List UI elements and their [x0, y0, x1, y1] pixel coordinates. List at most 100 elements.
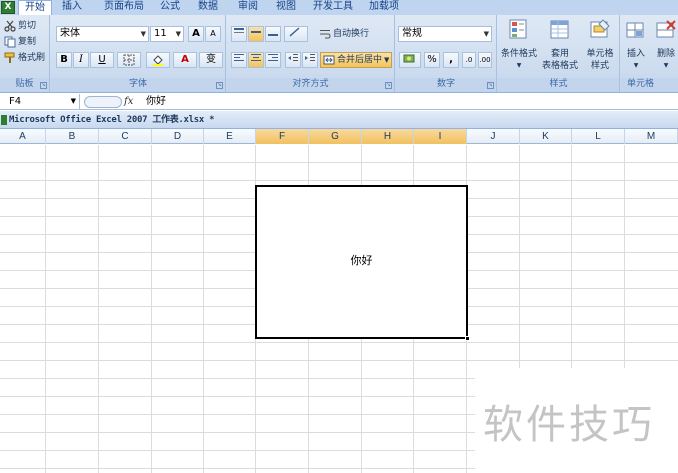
workbook-title-bar: Microsoft Office Excel 2007 工作表.xlsx * [0, 111, 678, 129]
align-middle-button[interactable] [248, 26, 264, 42]
delete-cells-button[interactable]: 删除 ▼ [651, 18, 678, 72]
orientation-button[interactable] [284, 26, 308, 42]
format-as-table-label-2: 表格格式 [541, 61, 578, 71]
increase-decimal-button[interactable]: .0 [462, 52, 476, 68]
column-header-e[interactable]: E [204, 129, 256, 144]
chevron-down-icon: ▼ [140, 30, 146, 38]
font-size-combo[interactable]: 11 ▼ [150, 26, 184, 42]
excel-app-icon[interactable]: X [1, 1, 15, 14]
column-header-d[interactable]: D [152, 129, 204, 144]
tab-review[interactable]: 审阅 [230, 0, 266, 15]
cells-group-label: 单元格 [621, 78, 678, 91]
column-header-c[interactable]: C [99, 129, 152, 144]
gridline [45, 145, 46, 473]
font-name-value: 宋体 [60, 28, 80, 39]
align-left-button[interactable] [231, 52, 247, 68]
merge-center-button[interactable]: 合并后居中 ▼ [320, 52, 393, 68]
formula-bar: F4 ▼ fx 你好 [0, 94, 678, 110]
align-top-button[interactable] [231, 26, 247, 42]
tab-add-ins[interactable]: 加载项 [364, 0, 404, 15]
alignment-group: 自动换行 合并后居中 ▼ 对齐方式 ↘ [227, 15, 395, 92]
align-bottom-button[interactable] [265, 26, 281, 42]
decrease-indent-button[interactable] [285, 52, 301, 68]
conditional-formatting-icon [509, 19, 527, 39]
tab-insert[interactable]: 插入 [56, 0, 88, 15]
tab-page-layout[interactable]: 页面布局 [98, 0, 150, 15]
fill-handle[interactable] [465, 336, 470, 341]
column-header-row: ABCDEFGHIJKLM [0, 129, 678, 144]
cut-button[interactable]: 剪切 [4, 19, 36, 34]
number-dialog-launcher[interactable]: ↘ [487, 82, 494, 89]
shrink-font-icon: A [210, 29, 216, 38]
styles-group: 条件格式 ▼ 套用 表格格式 单元格 样式 样式 [498, 15, 620, 92]
name-box[interactable]: F4 ▼ [0, 94, 80, 110]
tab-view[interactable]: 视图 [268, 0, 304, 15]
cell-styles-label-2: 样式 [590, 61, 609, 71]
column-header-m[interactable]: M [625, 129, 678, 144]
phonetic-button[interactable]: 变 [199, 52, 223, 68]
italic-icon: I [79, 54, 83, 65]
shrink-font-button[interactable]: A [205, 26, 221, 42]
column-header-h[interactable]: H [362, 129, 414, 144]
font-color-button[interactable]: A [173, 52, 197, 68]
clipboard-dialog-launcher[interactable]: ↘ [40, 82, 47, 89]
column-header-l[interactable]: L [572, 129, 625, 144]
comma-icon: , [449, 54, 453, 65]
percent-style-button[interactable]: % [424, 52, 440, 68]
formula-input[interactable]: 你好 [146, 94, 166, 110]
conditional-formatting-button[interactable]: 条件格式 ▼ [499, 18, 539, 72]
copy-icon [4, 36, 16, 47]
number-format-combo[interactable]: 常规 ▼ [398, 26, 492, 42]
font-size-value: 11 [154, 28, 167, 39]
align-right-icon [268, 54, 278, 61]
column-header-g[interactable]: G [309, 129, 362, 144]
column-header-k[interactable]: K [520, 129, 572, 144]
insert-cells-label: 插入 [626, 49, 645, 59]
wrap-text-button[interactable]: 自动换行 [319, 27, 369, 42]
accounting-format-button[interactable] [399, 52, 421, 68]
border-icon [123, 54, 135, 66]
italic-button[interactable]: I [73, 52, 89, 68]
format-as-table-button[interactable]: 套用 表格格式 [540, 18, 580, 72]
copy-button[interactable]: 复制 [4, 35, 36, 50]
format-painter-button[interactable]: 格式刷 [4, 51, 45, 66]
column-header-i[interactable]: I [414, 129, 467, 144]
alignment-dialog-launcher[interactable]: ↘ [385, 82, 392, 89]
chevron-down-icon: ▼ [175, 30, 181, 38]
column-header-j[interactable]: J [467, 129, 520, 144]
comma-style-button[interactable]: , [443, 52, 459, 68]
format-as-table-icon [550, 20, 569, 39]
delete-cells-icon [656, 20, 676, 38]
increase-decimal-icon: .0 [465, 56, 473, 64]
chevron-down-icon: ▼ [483, 30, 489, 38]
bold-button[interactable]: B [56, 52, 72, 68]
formula-bar-splitter[interactable] [84, 96, 122, 108]
align-right-button[interactable] [265, 52, 281, 68]
tab-formulas[interactable]: 公式 [152, 0, 188, 15]
merged-cell-f4[interactable]: 你好 [255, 185, 468, 339]
fill-color-button[interactable] [146, 52, 170, 68]
font-dialog-launcher[interactable]: ↘ [216, 82, 223, 89]
font-name-combo[interactable]: 宋体 ▼ [56, 26, 149, 42]
column-header-a[interactable]: A [0, 129, 46, 144]
insert-cells-button[interactable]: 插入 ▼ [621, 18, 651, 72]
chevron-down-icon: ▼ [384, 56, 390, 64]
column-header-b[interactable]: B [46, 129, 99, 144]
font-color-icon: A [181, 54, 189, 65]
copy-label: 复制 [18, 37, 37, 47]
underline-button[interactable]: U [90, 52, 114, 68]
tab-developer[interactable]: 开发工具 [308, 0, 358, 15]
merge-center-label: 合并后居中 [337, 55, 383, 65]
align-center-button[interactable] [248, 52, 264, 68]
cell-styles-button[interactable]: 单元格 样式 [581, 18, 619, 72]
format-as-table-label-1: 套用 [550, 49, 569, 59]
insert-function-button[interactable]: fx [124, 94, 138, 110]
increase-indent-button[interactable] [302, 52, 318, 68]
column-header-f[interactable]: F [256, 129, 309, 144]
tab-home[interactable]: 开始 [18, 0, 52, 15]
grow-font-button[interactable]: A [188, 26, 204, 42]
border-button[interactable] [117, 52, 141, 68]
tab-data[interactable]: 数据 [190, 0, 226, 15]
decrease-decimal-button[interactable]: .00 [478, 52, 492, 68]
number-group-label: 数字 [396, 78, 496, 91]
